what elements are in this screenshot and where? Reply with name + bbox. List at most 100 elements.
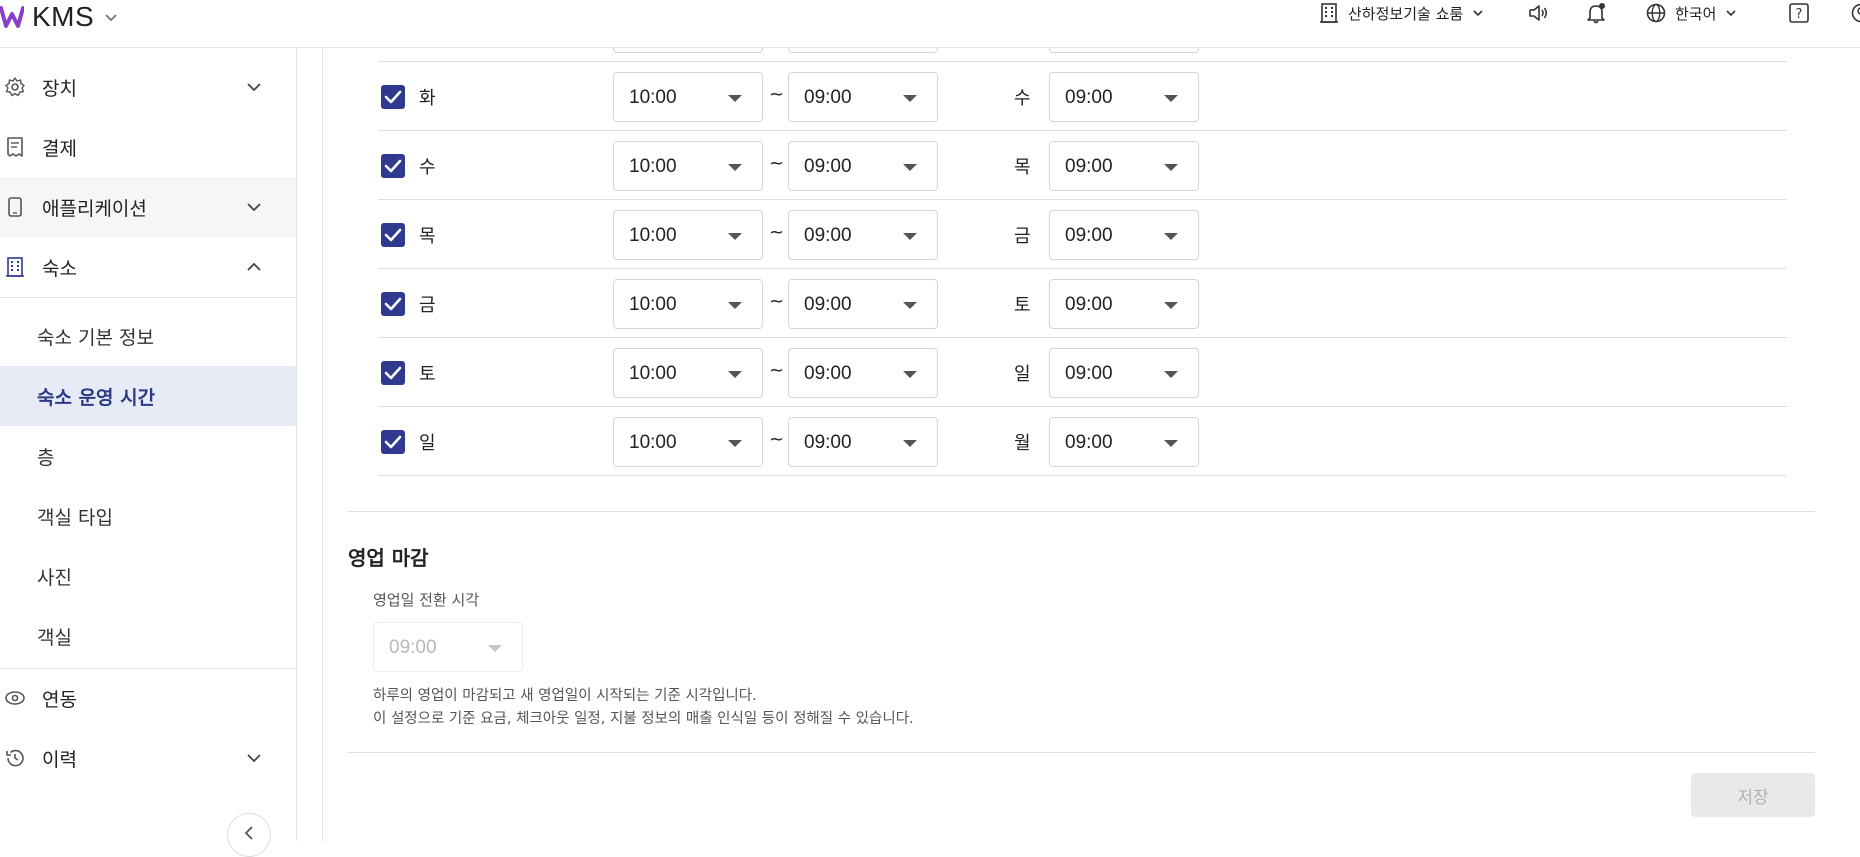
end-time-select[interactable]: 09:00 (788, 348, 938, 398)
caret-down-icon (1164, 233, 1178, 240)
select-value: 10:00 (629, 432, 677, 454)
range-separator: ~ (769, 222, 784, 243)
sidebar-subitem-label: 숙소 기본 정보 (37, 323, 154, 350)
account-button[interactable] (1850, 0, 1860, 26)
receipt-icon (4, 136, 26, 158)
end-time-select[interactable]: 09:00 (788, 72, 938, 122)
sidebar-item-applications[interactable]: 애플리케이션 (0, 177, 296, 237)
sound-button[interactable] (1527, 0, 1549, 26)
day-label: 목 (419, 222, 436, 248)
chevron-down-icon (245, 749, 263, 767)
checkmark-icon (384, 158, 402, 174)
checkmark-icon (384, 89, 402, 105)
start-time-select[interactable]: 10:00 (613, 417, 763, 467)
end-day-label: 목 (1014, 153, 1031, 179)
sidebar-item-payment[interactable]: 결제 (0, 117, 296, 177)
language-label: 한국어 (1675, 3, 1716, 24)
day-checkbox[interactable] (381, 361, 405, 385)
content-divider (322, 48, 323, 841)
start-time-select[interactable]: 10:00 (613, 72, 763, 122)
sidebar-item-accommodation[interactable]: 숙소 (0, 237, 296, 297)
end-time-select[interactable]: 09:00 (788, 417, 938, 467)
sidebar-subitem-floors[interactable]: 층 (0, 426, 296, 486)
sidebar-subitem-room-types[interactable]: 객실 타입 (0, 486, 296, 546)
end-day-time-select[interactable]: 09:00 (1049, 141, 1199, 191)
chevron-down-icon (1471, 6, 1485, 20)
day-checkbox[interactable] (381, 430, 405, 454)
end-day-label: 일 (1014, 360, 1031, 386)
start-time-select[interactable]: 10:00 (613, 348, 763, 398)
select-value: 09:00 (389, 637, 437, 659)
end-day-time-select[interactable]: 09:00 (1049, 210, 1199, 260)
chevron-down-icon (245, 198, 263, 216)
help-button[interactable]: ? (1788, 0, 1810, 26)
caret-down-icon (728, 302, 742, 309)
bell-icon (1585, 2, 1607, 24)
start-time-select[interactable]: 10:00 (613, 141, 763, 191)
help-icon: ? (1788, 2, 1810, 24)
language-selector[interactable]: 한국어 (1645, 0, 1738, 26)
checkmark-icon (384, 365, 402, 381)
end-day-time-select[interactable]: 09:00 (1049, 72, 1199, 122)
caret-down-icon (903, 164, 917, 171)
sidebar-subitem-label: 사진 (37, 563, 72, 590)
end-day-time-select[interactable]: 09:00 (1049, 348, 1199, 398)
speaker-icon (1527, 2, 1549, 24)
top-header: KMS 산하정보기술 쇼룸 (0, 0, 1860, 48)
select-value: 09:00 (1065, 432, 1113, 454)
store-selector[interactable]: 산하정보기술 쇼룸 (1318, 0, 1485, 26)
caret-down-icon (728, 371, 742, 378)
day-checkbox[interactable] (381, 85, 405, 109)
day-checkbox[interactable] (381, 292, 405, 316)
day-checkbox[interactable] (381, 223, 405, 247)
app-logo[interactable]: KMS (0, 2, 118, 32)
tablet-icon (4, 196, 26, 218)
chevron-down-icon[interactable] (104, 10, 118, 24)
checkmark-icon (384, 434, 402, 450)
app-title: KMS (32, 1, 94, 33)
chevron-down-icon (245, 78, 263, 96)
start-time-select[interactable]: 10:00 (613, 210, 763, 260)
end-time-select[interactable]: 09:00 (788, 210, 938, 260)
sidebar-subitem-rooms[interactable]: 객실 (0, 606, 296, 666)
help-text-line2: 이 설정으로 기준 요금, 체크아웃 일정, 지불 정보의 매출 인식일 등이 … (373, 707, 914, 728)
day-label: 토 (419, 360, 436, 386)
sidebar-subitem-operating-hours[interactable]: 숙소 운영 시간 (0, 366, 296, 426)
end-day-time-select[interactable]: 09:00 (1049, 279, 1199, 329)
sidebar-collapse-button[interactable] (227, 813, 271, 857)
logo-mark-icon (0, 4, 24, 30)
sidebar-subitem-photos[interactable]: 사진 (0, 546, 296, 606)
save-button[interactable]: 저장 (1691, 773, 1815, 817)
caret-down-icon (1164, 164, 1178, 171)
sidebar-subitem-basic-info[interactable]: 숙소 기본 정보 (0, 306, 296, 366)
day-checkbox[interactable] (381, 154, 405, 178)
caret-down-icon (1164, 302, 1178, 309)
start-time-select[interactable]: 10:00 (613, 279, 763, 329)
range-separator: ~ (769, 291, 784, 312)
select-value: 09:00 (804, 225, 852, 247)
day-label: 금 (419, 291, 436, 317)
sidebar-item-integration[interactable]: 연동 (0, 668, 296, 728)
sidebar-subitem-label: 객실 (37, 623, 72, 650)
business-day-change-select[interactable]: 09:00 (373, 622, 523, 672)
sidebar-item-label: 연동 (42, 685, 77, 712)
select-value: 09:00 (804, 363, 852, 385)
select-value: 10:00 (629, 156, 677, 178)
select-value: 09:00 (804, 87, 852, 109)
sidebar-item-devices[interactable]: 장치 (0, 57, 296, 117)
schedule-row: 목10:00~09:00금09:00 (378, 200, 1787, 269)
chevron-up-icon (245, 258, 263, 276)
building-icon (4, 256, 26, 278)
end-day-label: 월 (1014, 429, 1031, 455)
caret-down-icon (1164, 95, 1178, 102)
sidebar-item-label: 이력 (42, 745, 77, 772)
sidebar-item-label: 결제 (42, 134, 77, 161)
sidebar-item-history[interactable]: 이력 (0, 728, 296, 788)
end-time-select[interactable]: 09:00 (788, 141, 938, 191)
notification-button[interactable] (1585, 0, 1607, 26)
eye-icon (4, 687, 26, 709)
schedule-row: 토10:00~09:00일09:00 (378, 338, 1787, 407)
end-time-select[interactable]: 09:00 (788, 279, 938, 329)
chevron-left-icon (242, 824, 256, 842)
end-day-time-select[interactable]: 09:00 (1049, 417, 1199, 467)
